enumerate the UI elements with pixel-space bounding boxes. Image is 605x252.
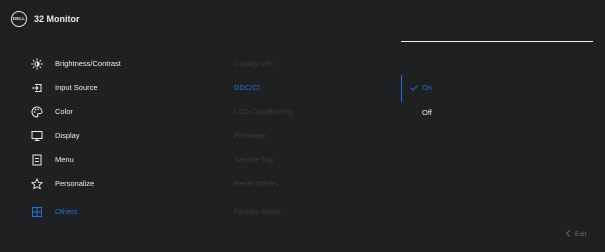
- option-on-label: On: [422, 83, 433, 92]
- menu-label-menu: Menu: [55, 155, 74, 164]
- menu-label-brightness-contrast: Brightness/Contrast: [55, 59, 121, 68]
- submenu-item-lcd-conditioning[interactable]: LCD Conditioning: [234, 107, 293, 117]
- exit-label: Exit: [575, 231, 587, 238]
- logo-text: DELL: [12, 15, 26, 21]
- menu-item-personalize[interactable]: Personalize: [30, 176, 210, 192]
- menu-label-input-source: Input Source: [55, 83, 98, 92]
- option-off-label: Off: [422, 108, 432, 117]
- menu-item-input-source[interactable]: Input Source: [30, 80, 210, 96]
- menu-list-icon: [30, 153, 44, 167]
- option-off[interactable]: Off: [410, 108, 432, 118]
- menu-item-color[interactable]: Color: [30, 104, 210, 120]
- monitor-icon: [30, 129, 44, 143]
- menu-label-display: Display: [55, 131, 80, 140]
- submenu-item-firmware[interactable]: Firmware: [234, 131, 265, 141]
- submenu-item-display-info[interactable]: Display Info: [234, 59, 273, 69]
- menu-item-others[interactable]: Others: [30, 204, 210, 220]
- sun-icon: [30, 57, 44, 71]
- input-arrow-icon: [30, 81, 44, 95]
- monitor-osd: DELL 32 Monitor Brightness/Contrast Inpu…: [0, 0, 605, 252]
- osd-header: DELL 32 Monitor: [0, 0, 605, 42]
- menu-item-menu[interactable]: Menu: [30, 152, 210, 168]
- option-on[interactable]: On: [410, 83, 432, 93]
- header-divider: [401, 41, 593, 42]
- menu-item-display[interactable]: Display: [30, 128, 210, 144]
- submenu-item-factory-reset[interactable]: Factory Reset: [234, 207, 281, 217]
- dell-logo: DELL: [11, 11, 27, 27]
- monitor-title: 32 Monitor: [34, 14, 80, 24]
- checkmark-icon: [410, 85, 422, 91]
- menu-label-others: Others: [55, 207, 78, 216]
- submenu-item-service-tag[interactable]: Service Tag: [234, 155, 273, 165]
- menu-label-personalize: Personalize: [55, 179, 95, 188]
- others-grid-icon: [30, 205, 44, 219]
- selection-divider: [401, 75, 402, 102]
- submenu-item-reset-others[interactable]: Reset Others: [234, 179, 278, 189]
- menu-item-brightness-contrast[interactable]: Brightness/Contrast: [30, 56, 210, 72]
- exit-button[interactable]: Exit: [565, 230, 587, 239]
- menu-label-color: Color: [55, 107, 73, 116]
- palette-icon: [30, 105, 44, 119]
- chevron-left-icon: [565, 230, 570, 239]
- submenu-item-ddc-ci[interactable]: DDC/CI: [234, 83, 260, 93]
- star-icon: [30, 177, 44, 191]
